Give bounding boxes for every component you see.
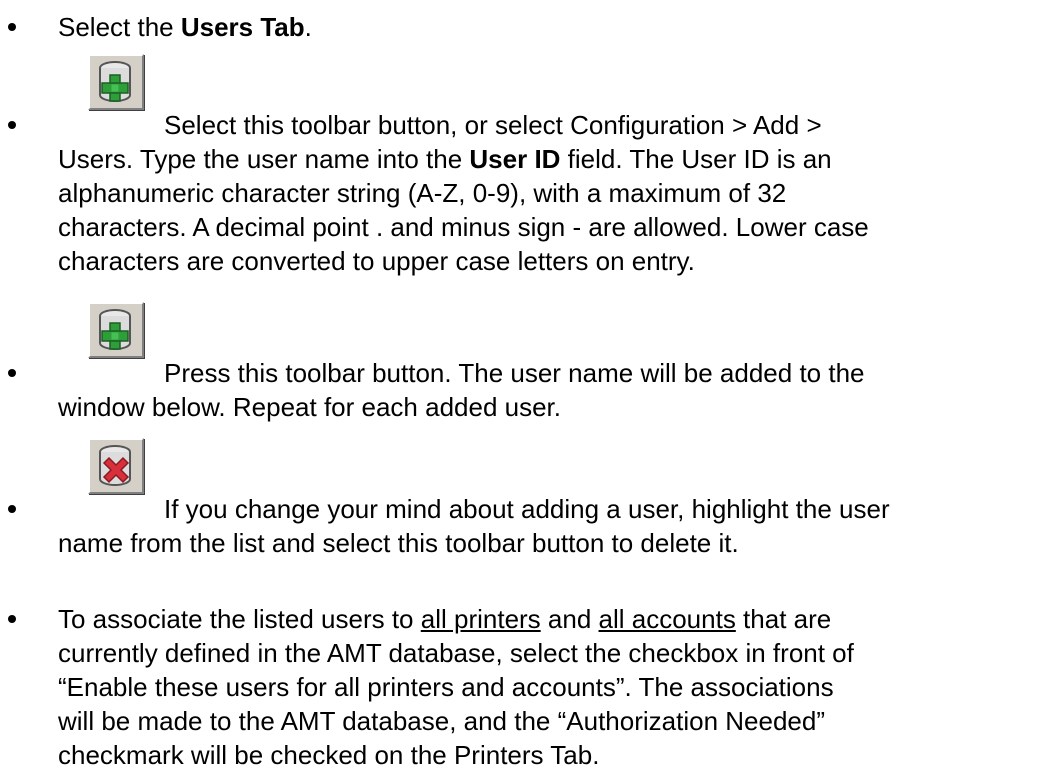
text-run: field. The User ID is an — [560, 144, 832, 174]
bullet-marker — [6, 492, 20, 513]
bullet-text-line: characters are converted to upper case l… — [58, 246, 695, 276]
add-user-button-icon — [88, 54, 144, 110]
database-add-icon — [99, 309, 131, 350]
bullet-text-line: name from the list and select this toolb… — [58, 528, 739, 558]
all-accounts-term: all accounts — [598, 604, 736, 634]
bullet-marker — [6, 10, 20, 31]
bullet-text-line: alphanumeric character string (A-Z, 0-9)… — [58, 178, 787, 208]
bullet-marker — [6, 108, 20, 129]
add-user-button-icon — [88, 302, 144, 358]
delete-user-button-icon — [88, 438, 144, 494]
text-run: that are — [735, 604, 832, 634]
bullet-text-line: To associate the listed users to all pri… — [58, 602, 831, 636]
bullet-text-line: currently defined in the AMT database, s… — [58, 638, 854, 668]
database-delete-icon — [99, 445, 131, 486]
bullet-text-line: Press this toolbar button. The user name… — [164, 358, 865, 388]
bullet-text-line: checkmark will be checked on the Printer… — [58, 740, 600, 770]
instructions-page: Select the Users Tab. Select this toolba… — [0, 0, 1063, 784]
bullet-text-line: will be made to the AMT database, and th… — [58, 706, 825, 736]
bullet-text-line: characters. A decimal point . and minus … — [58, 212, 869, 242]
bullet-text-line: Select this toolbar button, or select Co… — [164, 110, 822, 140]
all-printers-term: all printers — [420, 604, 541, 634]
text-run: Select the — [58, 12, 181, 42]
user-id-term: User ID — [469, 144, 561, 174]
text-run: and — [540, 604, 599, 634]
bullet-text-line: Users. Type the user name into the User … — [58, 142, 832, 176]
text-run: . — [304, 12, 312, 42]
text-run: To associate the listed users to — [58, 604, 421, 634]
text-run: Users. Type the user name into the — [58, 144, 470, 174]
bullet-marker — [6, 602, 20, 623]
users-tab-term: Users Tab — [180, 12, 305, 42]
bullet-text: Select the Users Tab. — [58, 10, 312, 44]
bullet-text-line: “Enable these users for all printers and… — [58, 672, 834, 702]
bullet-text-line: If you change your mind about adding a u… — [164, 494, 890, 524]
database-add-icon — [99, 61, 131, 102]
bullet-text-line: window below. Repeat for each added user… — [58, 392, 562, 422]
bullet-marker — [6, 356, 20, 377]
